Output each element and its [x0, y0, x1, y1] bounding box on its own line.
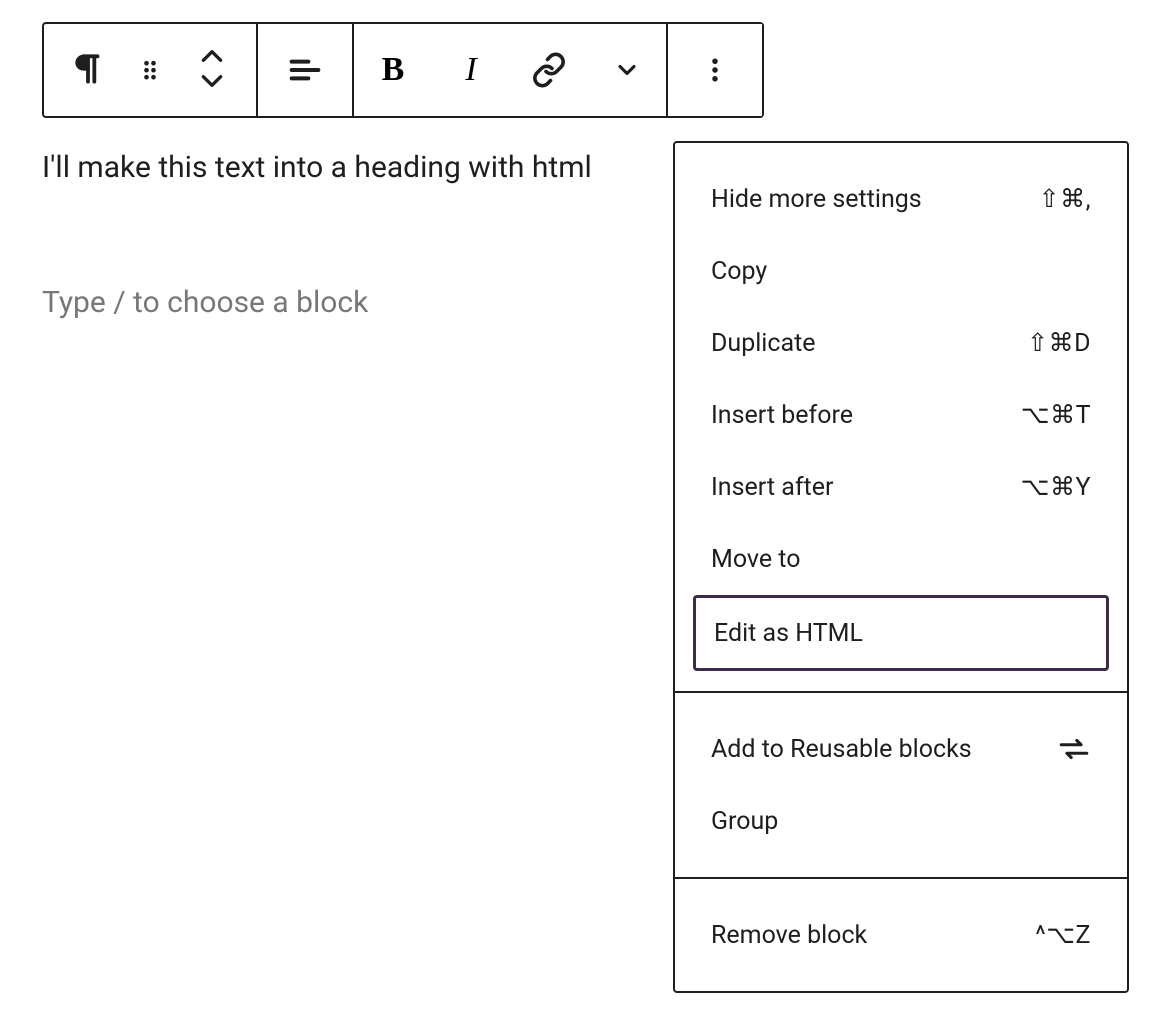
block-options-button[interactable]	[668, 24, 762, 116]
menu-item-insert-after[interactable]: Insert after ⌥⌘Y	[675, 451, 1127, 523]
link-icon	[531, 52, 567, 88]
keyboard-shortcut: ⇧⌘,	[1039, 184, 1091, 214]
menu-item-hide-more-settings[interactable]: Hide more settings ⇧⌘,	[675, 163, 1127, 235]
block-appender-placeholder[interactable]: Type / to choose a block	[42, 285, 682, 320]
bold-icon: B	[382, 51, 405, 89]
menu-item-label: Hide more settings	[711, 185, 922, 214]
menu-item-label: Add to Reusable blocks	[711, 735, 972, 764]
options-group	[666, 24, 762, 116]
move-up-down-button[interactable]	[182, 24, 242, 116]
chevron-down-icon	[613, 56, 641, 84]
keyboard-shortcut: ⌥⌘Y	[1021, 472, 1091, 502]
more-inline-button[interactable]	[588, 24, 666, 116]
keyboard-shortcut: ^⌥Z	[1035, 920, 1091, 950]
paragraph-block-button[interactable]	[58, 24, 118, 116]
menu-item-label: Move to	[711, 545, 801, 574]
keyboard-shortcut: ⇧⌘D	[1027, 328, 1091, 358]
link-button[interactable]	[510, 24, 588, 116]
menu-item-label: Remove block	[711, 921, 867, 950]
bold-button[interactable]: B	[354, 24, 432, 116]
chevron-down-icon	[199, 73, 225, 92]
editor-content: I'll make this text into a heading with …	[42, 148, 682, 320]
menu-item-label: Copy	[711, 257, 767, 286]
block-switcher-group	[44, 24, 256, 116]
menu-item-group[interactable]: Group	[675, 785, 1127, 857]
menu-item-label: Insert before	[711, 401, 853, 430]
menu-item-label: Insert after	[711, 473, 833, 502]
menu-item-label: Duplicate	[711, 329, 816, 358]
italic-button[interactable]: I	[432, 24, 510, 116]
menu-item-label: Edit as HTML	[714, 619, 863, 648]
align-button[interactable]	[258, 24, 352, 116]
chevron-up-icon	[199, 48, 225, 67]
menu-item-move-to[interactable]: Move to	[675, 523, 1127, 595]
menu-item-remove-block[interactable]: Remove block ^⌥Z	[675, 899, 1127, 971]
paragraph-block[interactable]: I'll make this text into a heading with …	[42, 148, 682, 189]
keyboard-shortcut: ⌥⌘T	[1021, 400, 1091, 430]
drag-handle-icon	[136, 55, 164, 86]
more-vertical-icon	[700, 55, 730, 85]
block-toolbar: B I	[42, 22, 764, 118]
menu-section-2: Add to Reusable blocks Group	[675, 691, 1127, 877]
italic-icon: I	[465, 51, 476, 89]
menu-item-add-reusable[interactable]: Add to Reusable blocks	[675, 713, 1127, 785]
reuse-icon	[1057, 732, 1091, 766]
menu-item-duplicate[interactable]: Duplicate ⇧⌘D	[675, 307, 1127, 379]
block-options-menu: Hide more settings ⇧⌘, Copy Duplicate ⇧⌘…	[673, 141, 1129, 993]
menu-section-1: Hide more settings ⇧⌘, Copy Duplicate ⇧⌘…	[675, 143, 1127, 691]
menu-item-label: Group	[711, 807, 778, 836]
drag-handle-button[interactable]	[120, 24, 180, 116]
align-group	[256, 24, 352, 116]
menu-item-edit-as-html[interactable]: Edit as HTML	[693, 595, 1109, 671]
menu-item-copy[interactable]: Copy	[675, 235, 1127, 307]
menu-item-insert-before[interactable]: Insert before ⌥⌘T	[675, 379, 1127, 451]
menu-section-3: Remove block ^⌥Z	[675, 877, 1127, 991]
align-left-icon	[285, 50, 325, 90]
inline-format-group: B I	[352, 24, 666, 116]
paragraph-icon	[69, 50, 107, 91]
